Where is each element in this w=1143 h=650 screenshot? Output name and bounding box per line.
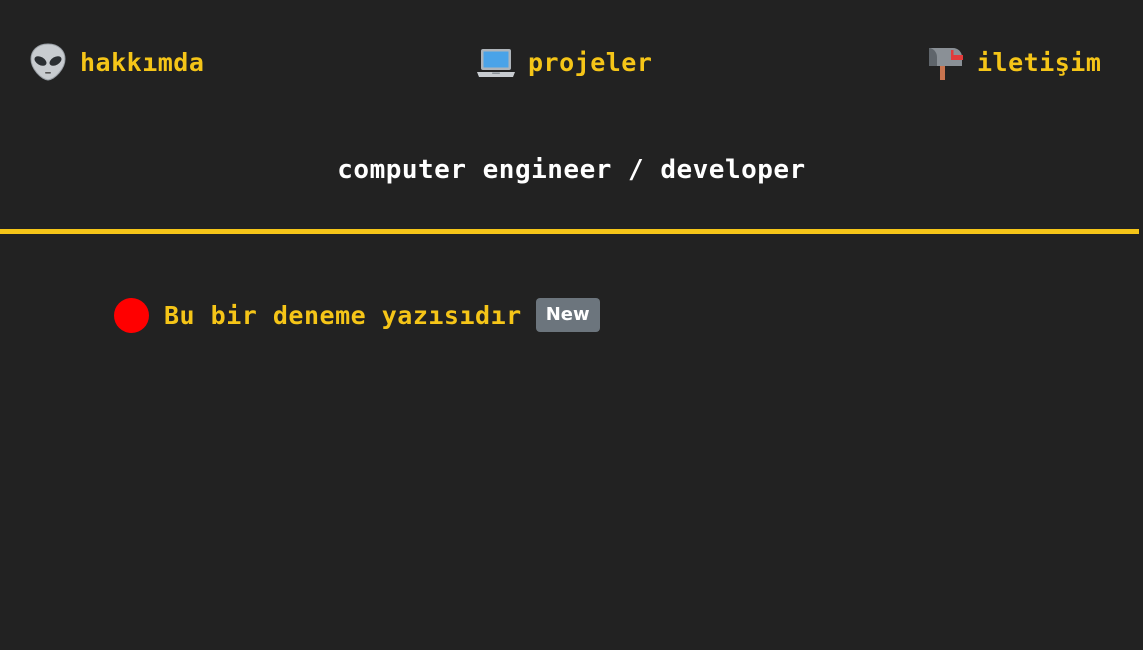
post-list-item: Bu bir deneme yazısıdır New (114, 294, 600, 336)
mailbox-icon (925, 42, 965, 82)
nav-item-about[interactable]: hakkımda (28, 38, 204, 86)
alien-icon (28, 42, 68, 82)
nav-item-projects[interactable]: projeler (476, 38, 652, 86)
red-circle-icon (114, 297, 149, 333)
nav-label-about: hakkımda (80, 47, 205, 77)
nav-label-contact: iletişim (977, 47, 1102, 77)
post-title-link[interactable]: Bu bir deneme yazısıdır (164, 301, 522, 330)
nav-item-contact[interactable]: iletişim (925, 38, 1101, 86)
new-badge: New (535, 298, 600, 332)
laptop-icon (476, 42, 516, 82)
page-subtitle: computer engineer / developer (337, 155, 806, 185)
nav-label-projects: projeler (528, 47, 653, 77)
top-nav: hakkımda projeler iletişim (0, 38, 1143, 88)
header-divider (0, 229, 1139, 234)
